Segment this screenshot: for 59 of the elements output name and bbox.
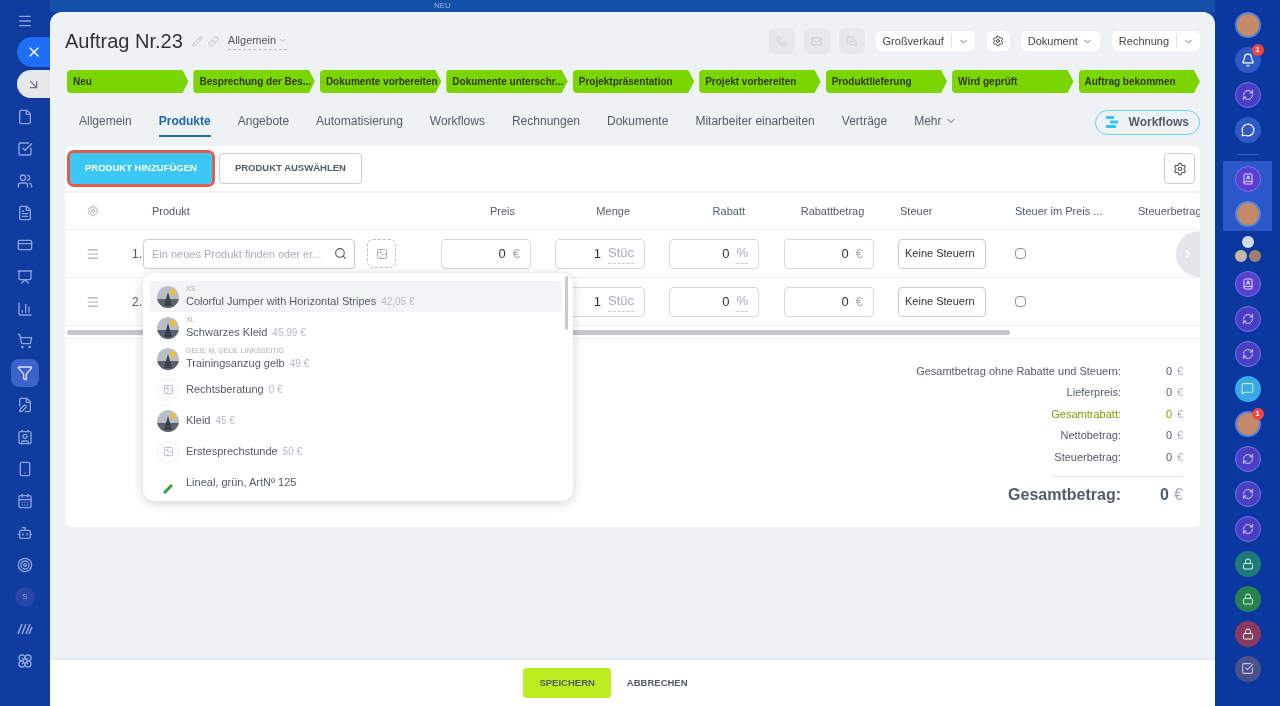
currency-label: € bbox=[1175, 385, 1183, 400]
product-price: 49 € bbox=[289, 356, 310, 371]
product-name: Colorful Jumper with Horizontal Stripes bbox=[186, 293, 377, 309]
field-value: 0 bbox=[722, 292, 730, 311]
total-value: 0 bbox=[1164, 406, 1172, 422]
product-name: Rechtsberatung bbox=[186, 382, 264, 398]
field-value: 1 bbox=[593, 292, 601, 311]
currency-label: € bbox=[1175, 428, 1183, 443]
currency-label: € bbox=[1175, 449, 1183, 465]
product-price: 45,99 € bbox=[272, 325, 306, 340]
column-header: Rabattbetrag bbox=[800, 203, 865, 219]
unit-label: Stüc bbox=[608, 291, 634, 312]
grand-total-value: 0 bbox=[1159, 484, 1169, 505]
new-label: NEU bbox=[434, 2, 451, 10]
field-value: 0 bbox=[498, 244, 506, 263]
currency-label: € bbox=[1173, 484, 1183, 505]
row-number: 2. bbox=[132, 293, 142, 311]
total-label: Gesamtbetrag ohne Rabatte und Steuern: bbox=[916, 363, 1121, 379]
field-value: 0 bbox=[722, 244, 730, 263]
unit-label: % bbox=[736, 291, 748, 312]
total-value: 0 bbox=[1164, 449, 1172, 465]
currency-label: € bbox=[1175, 406, 1183, 422]
product-name: Trainingsanzug gelb bbox=[186, 355, 285, 371]
column-header: Menge bbox=[596, 203, 630, 219]
unit-label: % bbox=[736, 243, 748, 264]
product-name: Schwarzes Kleid bbox=[186, 324, 268, 340]
total-value: 0 bbox=[1164, 363, 1172, 379]
unit-label: Stüc bbox=[608, 243, 634, 264]
product-price: 42,05 € bbox=[381, 294, 415, 309]
product-name: Lineal, grün, ArtNº 125 bbox=[186, 475, 297, 491]
unit-label: € bbox=[512, 244, 520, 263]
total-label: Gesamtrabatt: bbox=[1051, 406, 1121, 422]
column-header: Steuer im Preis ... bbox=[1015, 203, 1103, 219]
product-name: Kleid bbox=[186, 413, 211, 429]
total-label: Nettobetrag: bbox=[1060, 428, 1121, 443]
row-number: 1. bbox=[132, 245, 142, 263]
product-price: 45 € bbox=[215, 414, 235, 429]
field-value: 0 bbox=[841, 244, 849, 263]
total-label: Lieferpreis: bbox=[1066, 385, 1121, 400]
notification-badge: 1 bbox=[1251, 43, 1264, 56]
field-value: 0 bbox=[841, 292, 849, 311]
grand-total-label: Gesamtbetrag: bbox=[1008, 484, 1121, 505]
product-name: Erstesprechstunde bbox=[186, 444, 278, 460]
column-header: Produkt bbox=[152, 203, 190, 219]
unit-label: € bbox=[855, 292, 863, 311]
unit-label: € bbox=[855, 244, 863, 263]
product-price: 50 € bbox=[282, 445, 303, 460]
column-header: Steuerbetrag bbox=[1138, 203, 1200, 219]
column-header: Preis bbox=[489, 203, 515, 219]
notification-badge: 1 bbox=[1251, 407, 1264, 420]
total-label: Steuerbetrag: bbox=[1054, 449, 1121, 465]
total-value: 0 bbox=[1164, 428, 1172, 443]
currency-label: € bbox=[1175, 363, 1183, 379]
column-header: Rabatt bbox=[712, 203, 745, 219]
total-value: 0 bbox=[1164, 385, 1172, 400]
product-price: 0 € bbox=[268, 383, 283, 398]
page-title: Auftrag Nr.23 bbox=[65, 29, 183, 54]
field-value: 1 bbox=[593, 244, 601, 263]
column-header: Steuer bbox=[900, 203, 933, 219]
